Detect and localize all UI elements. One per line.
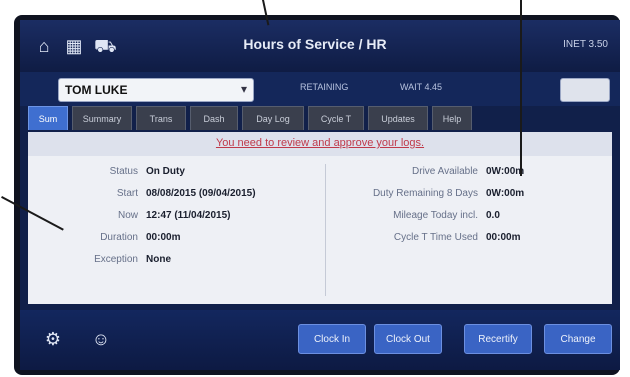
- field-label: Mileage Today incl.: [393, 210, 478, 221]
- tab-strip: Sum Summary Trans Dash Day Log Cycle T U…: [28, 106, 618, 132]
- field-row: Start 08/08/2015 (09/04/2015): [28, 188, 324, 204]
- field-label: Exception: [94, 254, 138, 265]
- field-row: Status On Duty: [28, 166, 324, 182]
- field-value: 00:00m: [486, 232, 521, 243]
- tab-summary[interactable]: Summary: [72, 106, 132, 130]
- field-value: 0.0: [486, 210, 500, 221]
- app-screen: ⌂ ▦ ⛟ Hours of Service / HR INET 3.50 TO…: [20, 20, 620, 370]
- chevron-down-icon[interactable]: ▾: [241, 82, 247, 96]
- field-value: 0W:00m: [486, 188, 525, 199]
- alert-banner[interactable]: You need to review and approve your logs…: [28, 132, 612, 156]
- alert-link[interactable]: You need to review and approve your logs…: [28, 137, 612, 149]
- gear-icon[interactable]: ⚙: [42, 328, 64, 350]
- field-value: On Duty: [146, 166, 185, 177]
- field-row: Exception None: [28, 254, 324, 270]
- tab-help[interactable]: Help: [432, 106, 472, 130]
- clock-out-button[interactable]: Clock Out: [374, 324, 442, 354]
- field-label: Status: [109, 166, 138, 177]
- page-title: Hours of Service / HR: [243, 36, 387, 52]
- tab-cycle[interactable]: Cycle T: [308, 106, 364, 130]
- info-left: RETAINING: [300, 82, 349, 92]
- summary-panel: Status On Duty Start 08/08/2015 (09/04/2…: [28, 156, 612, 304]
- field-label: Drive Available: [412, 166, 478, 177]
- field-label: Cycle T Time Used: [393, 232, 478, 243]
- field-label: Start: [116, 188, 138, 199]
- refresh-button[interactable]: [560, 78, 610, 102]
- status-text: INET 3.50: [563, 39, 608, 50]
- field-row: Mileage Today incl. 0.0: [328, 210, 612, 226]
- driver-select[interactable]: TOM LUKE ▾: [58, 78, 254, 102]
- field-row: Duty Remaining 8 Days 0W:00m: [328, 188, 612, 204]
- field-row: Drive Available 0W:00m: [328, 166, 612, 182]
- recertify-button[interactable]: Recertify: [464, 324, 532, 354]
- field-value: 00:00m: [146, 232, 181, 243]
- grid-icon[interactable]: ▦: [64, 36, 84, 56]
- tab-day-log[interactable]: Day Log: [242, 106, 304, 130]
- info-right: WAIT 4.45: [400, 82, 443, 92]
- tab-dash[interactable]: Dash: [190, 106, 238, 130]
- tab-updates[interactable]: Updates: [368, 106, 428, 130]
- field-label: Duty Remaining 8 Days: [372, 188, 478, 199]
- clock-in-button[interactable]: Clock In: [298, 324, 366, 354]
- field-value: 0W:00m: [486, 166, 525, 177]
- field-value: 12:47 (11/04/2015): [146, 210, 231, 221]
- field-value: None: [146, 254, 171, 265]
- field-label: Duration: [100, 232, 138, 243]
- field-value: 08/08/2015 (09/04/2015): [146, 188, 256, 199]
- home-icon[interactable]: ⌂: [34, 36, 54, 56]
- column-divider: [325, 164, 326, 296]
- truck-icon[interactable]: ⛟: [94, 36, 117, 56]
- field-row: Cycle T Time Used 00:00m: [328, 232, 612, 248]
- footer-bar: ⚙ ☺ Clock In Clock Out Recertify Change: [20, 310, 620, 370]
- header-bar: ⌂ ▦ ⛟ Hours of Service / HR INET 3.50: [20, 20, 620, 72]
- field-row: Duration 00:00m: [28, 232, 324, 248]
- annotation-pointer: [520, 0, 522, 176]
- user-icon[interactable]: ☺: [90, 328, 112, 350]
- driver-bar: TOM LUKE ▾ RETAINING WAIT 4.45: [20, 72, 620, 106]
- driver-select-value: TOM LUKE: [65, 83, 128, 97]
- field-row: Now 12:47 (11/04/2015): [28, 210, 324, 226]
- tab-sum[interactable]: Sum: [28, 106, 68, 130]
- tab-trans[interactable]: Trans: [136, 106, 186, 130]
- change-button[interactable]: Change: [544, 324, 612, 354]
